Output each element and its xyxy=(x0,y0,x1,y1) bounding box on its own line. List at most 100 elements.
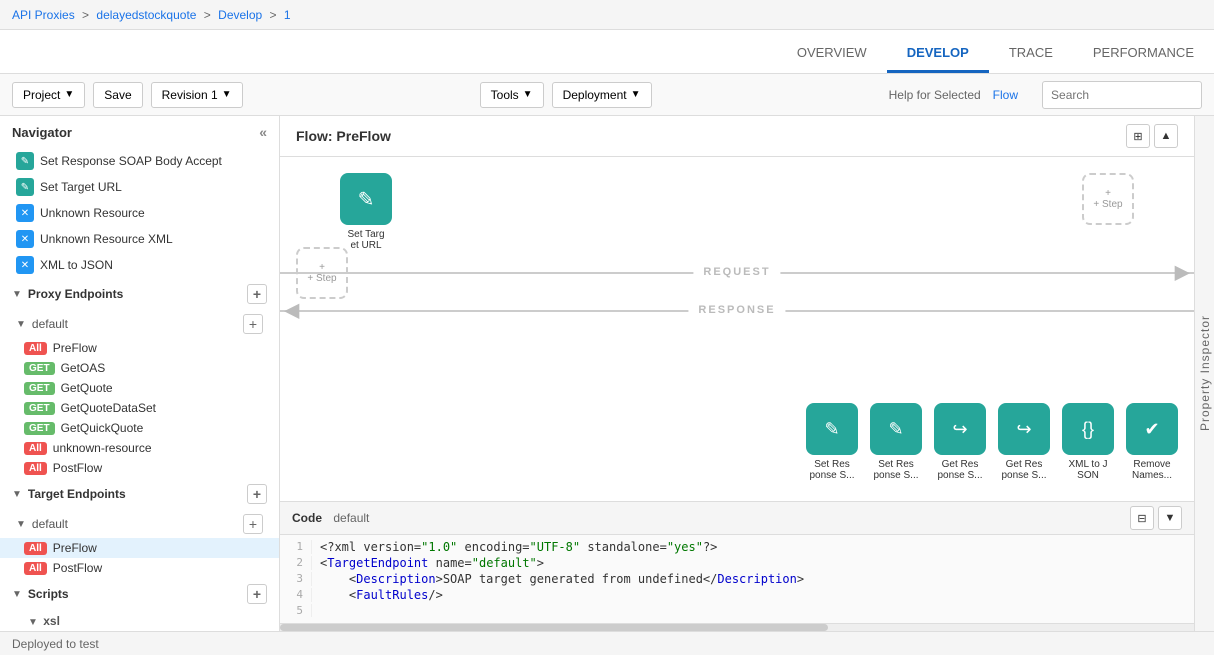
code-body[interactable]: 1 <?xml version="1.0" encoding="UTF-8" s… xyxy=(280,535,1194,623)
code-collapse-icon[interactable]: ⊟ xyxy=(1130,506,1154,530)
flow-target-preflow[interactable]: All PreFlow xyxy=(0,538,279,558)
resp-step-1-label: Set Response S... xyxy=(809,459,854,481)
resp-step-6: ✔ RemoveNames... xyxy=(1126,403,1178,481)
plus-icon-right: + xyxy=(1105,188,1111,199)
proxy-endpoints-section[interactable]: ▼ Proxy Endpoints + xyxy=(0,278,279,310)
status-text: Deployed to test xyxy=(12,637,99,651)
breadcrumb-api-proxies[interactable]: API Proxies xyxy=(12,8,75,22)
code-line-5: 5 xyxy=(280,603,1194,618)
target-default-arrow: ▼ xyxy=(16,519,26,530)
policy-unknown-resource[interactable]: ✕ Unknown Resource xyxy=(0,200,279,226)
resp-step-1-icon[interactable]: ✎ xyxy=(806,403,858,455)
response-label: RESPONSE xyxy=(688,302,785,318)
resp-step-1: ✎ Set Response S... xyxy=(806,403,858,481)
x-icon: ✕ xyxy=(16,204,34,222)
code-expand-icon[interactable]: ▼ xyxy=(1158,506,1182,530)
content-area: Flow: PreFlow ⊞ ▲ ✎ Set Target URL + + S… xyxy=(280,116,1194,631)
deployment-caret: ▼ xyxy=(631,89,641,100)
badge-all-target-preflow: All xyxy=(24,542,47,555)
target-default-section: ▼ default + xyxy=(0,510,279,538)
tab-overview[interactable]: OVERVIEW xyxy=(777,35,887,73)
add-proxy-flow[interactable]: + xyxy=(243,314,263,334)
code-line-4: 4 <FaultRules/> xyxy=(280,587,1194,603)
resp-step-3-icon[interactable]: ↪ xyxy=(934,403,986,455)
badge-get-getquotedataset: GET xyxy=(24,402,55,415)
preflow-step: ✎ Set Target URL xyxy=(340,173,392,251)
resp-step-3: ↪ Get Response S... xyxy=(934,403,986,481)
resp-step-5: {} XML to JSON xyxy=(1062,403,1114,481)
xsl-arrow: ▼ xyxy=(28,617,38,628)
code-header: Code default ⊟ ▼ xyxy=(280,502,1194,535)
add-step-right-btn[interactable]: + + Step xyxy=(1082,173,1134,225)
status-bar: Deployed to test xyxy=(0,631,1214,655)
resp-step-2: ✎ Set Response S... xyxy=(870,403,922,481)
code-label: Code xyxy=(292,511,322,525)
badge-all-unknown: All xyxy=(24,442,47,455)
add-proxy-endpoint[interactable]: + xyxy=(247,284,267,304)
badge-get-getquickquote: GET xyxy=(24,422,55,435)
deployment-button[interactable]: Deployment ▼ xyxy=(552,82,652,108)
response-lane: RESPONSE ◀ xyxy=(280,295,1194,325)
expand-icon[interactable]: ⊞ xyxy=(1126,124,1150,148)
tab-trace[interactable]: TRACE xyxy=(989,35,1073,73)
search-input[interactable] xyxy=(1042,81,1202,109)
tab-bar: OVERVIEW DEVELOP TRACE PERFORMANCE xyxy=(0,30,1214,74)
code-scrollbar[interactable] xyxy=(280,623,1194,631)
flow-getquotedataset[interactable]: GET GetQuoteDataSet xyxy=(0,398,279,418)
flow-getoas[interactable]: GET GetOAS xyxy=(0,358,279,378)
tools-button[interactable]: Tools ▼ xyxy=(480,82,544,108)
target-endpoints-section[interactable]: ▼ Target Endpoints + xyxy=(0,478,279,510)
breadcrumb-proxy-name[interactable]: delayedstockquote xyxy=(96,8,196,22)
code-line-3: 3 <Description>SOAP target generated fro… xyxy=(280,571,1194,587)
resp-step-6-icon[interactable]: ✔ xyxy=(1126,403,1178,455)
policy-xml-to-json[interactable]: ✕ XML to JSON xyxy=(0,252,279,278)
flow-header: Flow: PreFlow ⊞ ▲ xyxy=(280,116,1194,157)
tools-caret: ▼ xyxy=(523,89,533,100)
breadcrumb-develop[interactable]: Develop xyxy=(218,8,262,22)
policy-unknown-resource-xml[interactable]: ✕ Unknown Resource XML xyxy=(0,226,279,252)
resp-step-3-label: Get Response S... xyxy=(937,459,982,481)
breadcrumb-bar: API Proxies > delayedstockquote > Develo… xyxy=(0,0,1214,30)
add-script[interactable]: + xyxy=(247,584,267,604)
scripts-section[interactable]: ▼ Scripts + xyxy=(0,578,279,610)
flow-target-postflow[interactable]: All PostFlow xyxy=(0,558,279,578)
code-scrollbar-thumb xyxy=(280,624,828,631)
tab-develop[interactable]: DEVELOP xyxy=(887,35,989,73)
pencil-icon: ✎ xyxy=(16,152,34,170)
tab-performance[interactable]: PERFORMANCE xyxy=(1073,35,1214,73)
code-line-2: 2 <TargetEndpoint name="default"> xyxy=(280,555,1194,571)
resp-step-5-icon[interactable]: {} xyxy=(1062,403,1114,455)
flow-getquote[interactable]: GET GetQuote xyxy=(0,378,279,398)
resp-step-4-icon[interactable]: ↪ xyxy=(998,403,1050,455)
request-arrow: ▶ xyxy=(1175,260,1190,285)
flow-unknown-resource[interactable]: All unknown-resource xyxy=(0,438,279,458)
flow-getquickquote[interactable]: GET GetQuickQuote xyxy=(0,418,279,438)
code-value: default xyxy=(333,511,369,525)
resp-step-2-icon[interactable]: ✎ xyxy=(870,403,922,455)
add-target-flow[interactable]: + xyxy=(243,514,263,534)
set-target-url-step[interactable]: ✎ xyxy=(340,173,392,225)
flow-postflow[interactable]: All PostFlow xyxy=(0,458,279,478)
scroll-up-icon[interactable]: ▲ xyxy=(1154,124,1178,148)
policy-set-response-soap[interactable]: ✎ Set Response SOAP Body Accept xyxy=(0,148,279,174)
navigator-header: Navigator « xyxy=(0,116,279,148)
save-button[interactable]: Save xyxy=(93,82,142,108)
project-caret: ▼ xyxy=(64,89,74,100)
revision-button[interactable]: Revision 1 ▼ xyxy=(151,82,243,108)
flow-preflow[interactable]: All PreFlow xyxy=(0,338,279,358)
badge-all-postflow: All xyxy=(24,462,47,475)
project-button[interactable]: Project ▼ xyxy=(12,82,85,108)
add-target-endpoint[interactable]: + xyxy=(247,484,267,504)
collapse-navigator[interactable]: « xyxy=(259,124,267,140)
x-icon-2: ✕ xyxy=(16,230,34,248)
proxy-endpoints-arrow: ▼ xyxy=(12,289,22,300)
property-inspector[interactable]: Property Inspector xyxy=(1194,116,1214,631)
code-header-actions: ⊟ ▼ xyxy=(1130,506,1182,530)
policy-set-target-url[interactable]: ✎ Set Target URL xyxy=(0,174,279,200)
default-arrow: ▼ xyxy=(16,319,26,330)
breadcrumb-revision[interactable]: 1 xyxy=(284,8,291,22)
badge-all-preflow: All xyxy=(24,342,47,355)
flow-link[interactable]: Flow xyxy=(993,88,1018,102)
flow-header-icons: ⊞ ▲ xyxy=(1126,124,1178,148)
resp-step-4-label: Get Response S... xyxy=(1001,459,1046,481)
